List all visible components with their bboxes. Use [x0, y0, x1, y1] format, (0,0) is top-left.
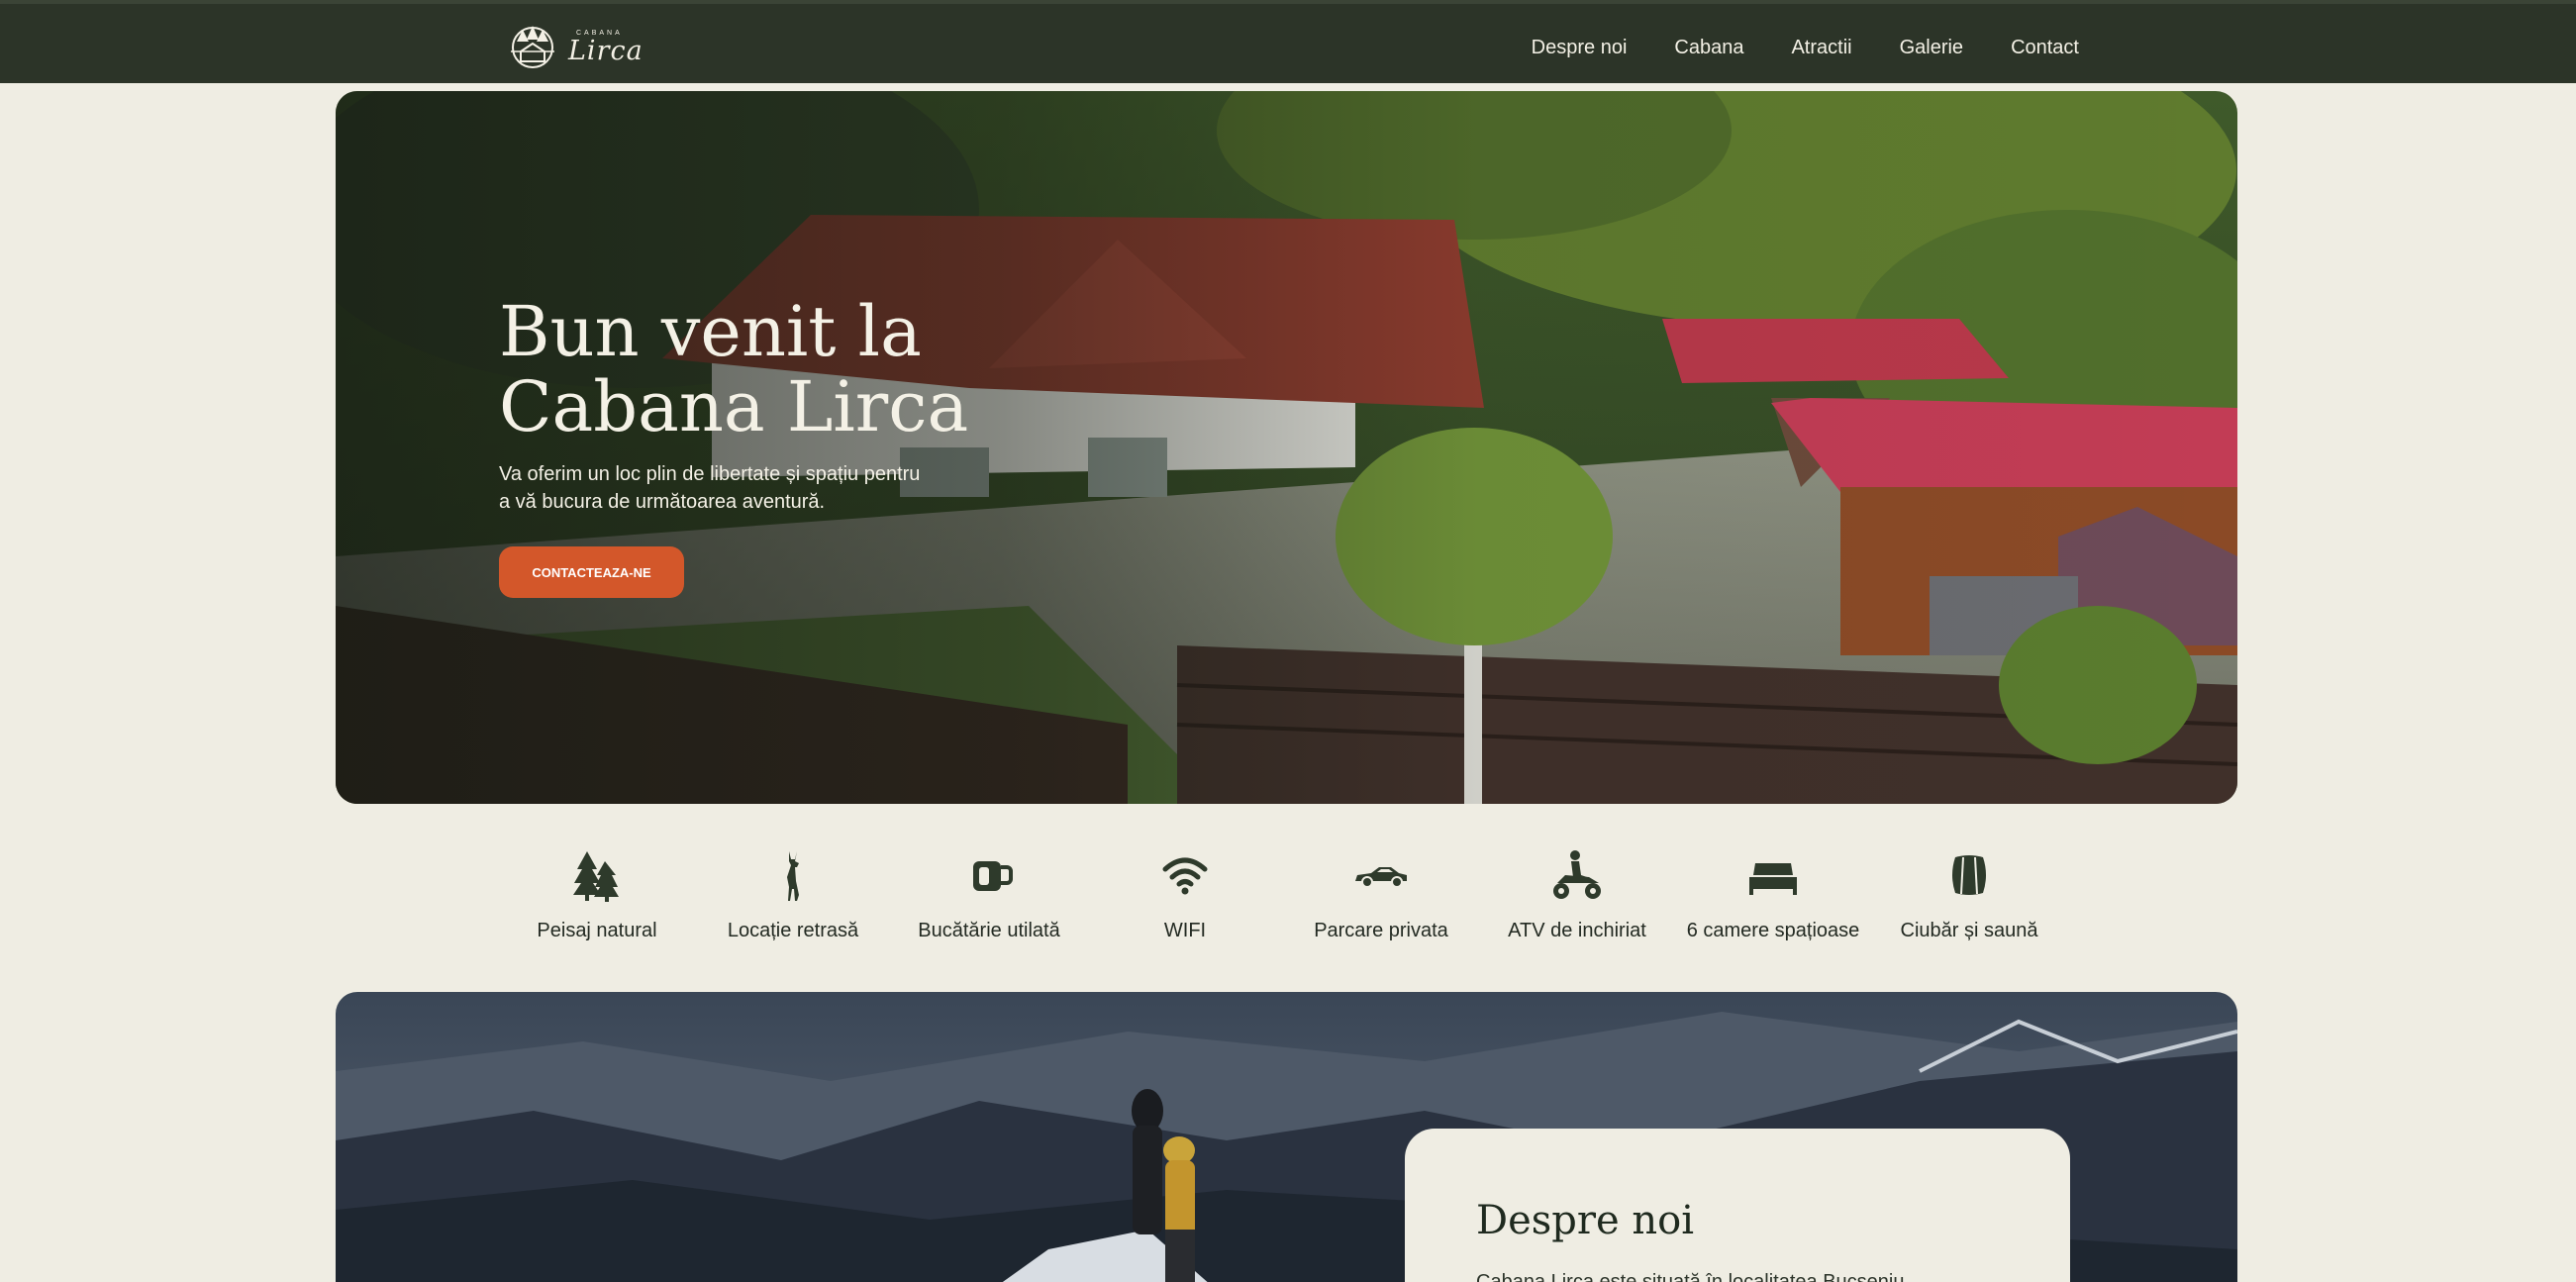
amenity-label: Locație retrasă	[727, 920, 859, 941]
hero-section: Bun venit la Cabana Lirca Va oferim un l…	[336, 91, 2237, 804]
amenity-item: 6 camere spațioase	[1675, 846, 1871, 965]
nav-cabana[interactable]: Cabana	[1674, 30, 1743, 65]
barrel-icon	[1952, 855, 1986, 895]
amenity-item: ATV de inchiriat	[1479, 846, 1675, 965]
about-card: Despre noi Cabana Lirca este situată în …	[1405, 1129, 2070, 1282]
amenity-label: Parcare privata	[1314, 920, 1448, 941]
contact-button[interactable]: CONTACTEAZA-NE	[499, 546, 684, 598]
logo-wordmark: CABANA Lirca	[568, 24, 643, 67]
site-header: CABANA Lirca Despre noi Cabana Atractii …	[0, 0, 2576, 83]
main-nav: Despre noi Cabana Atractii Galerie Conta…	[1532, 30, 2079, 65]
about-section: Despre noi Cabana Lirca este situată în …	[336, 992, 2237, 1282]
amenity-item: Ciubăr și saună	[1871, 846, 2067, 965]
hero-overlay	[336, 91, 2237, 804]
car-icon	[1355, 867, 1407, 888]
deer-icon	[787, 851, 799, 901]
nav-despre-noi[interactable]: Despre noi	[1532, 30, 1628, 65]
site-logo[interactable]: CABANA Lirca	[509, 22, 643, 69]
logo-big-text: Lirca	[568, 36, 644, 66]
hero-subtitle: Va oferim un loc plin de libertate și sp…	[499, 463, 921, 513]
nav-contact[interactable]: Contact	[2011, 30, 2079, 65]
amenity-label: WIFI	[1163, 920, 1207, 941]
amenity-label: Ciubăr și saună	[1900, 920, 2038, 941]
about-text: Cabana Lirca este situată în localitatea…	[1476, 1271, 1922, 1282]
about-title: Despre noi	[1476, 1198, 1695, 1243]
amenity-label: ATV de inchiriat	[1508, 920, 1646, 941]
amenity-item: WIFI	[1087, 846, 1283, 965]
mug-icon	[973, 861, 1013, 891]
amenity-item: Locație retrasă	[695, 846, 891, 965]
forest-cabin-logo-icon	[511, 26, 554, 68]
amenity-item: Parcare privata	[1283, 846, 1479, 965]
amenity-item: Peisaj natural	[499, 846, 695, 965]
hero-title: Bun venit la Cabana Lirca	[499, 291, 969, 447]
amenity-label: 6 camere spațioase	[1686, 920, 1860, 941]
nav-galerie[interactable]: Galerie	[1900, 30, 1963, 65]
amenity-label: Bucătărie utilată	[918, 920, 1060, 941]
bed-icon	[1749, 863, 1797, 895]
wifi-icon	[1162, 857, 1208, 895]
nav-atractii[interactable]: Atractii	[1791, 30, 1851, 65]
amenities-row: Peisaj natural Locație retrasă Bucătărie…	[499, 846, 2067, 965]
atv-icon	[1553, 850, 1601, 899]
amenity-item: Bucătărie utilată	[891, 846, 1087, 965]
pine-trees-icon	[573, 851, 619, 902]
amenity-label: Peisaj natural	[537, 920, 657, 941]
